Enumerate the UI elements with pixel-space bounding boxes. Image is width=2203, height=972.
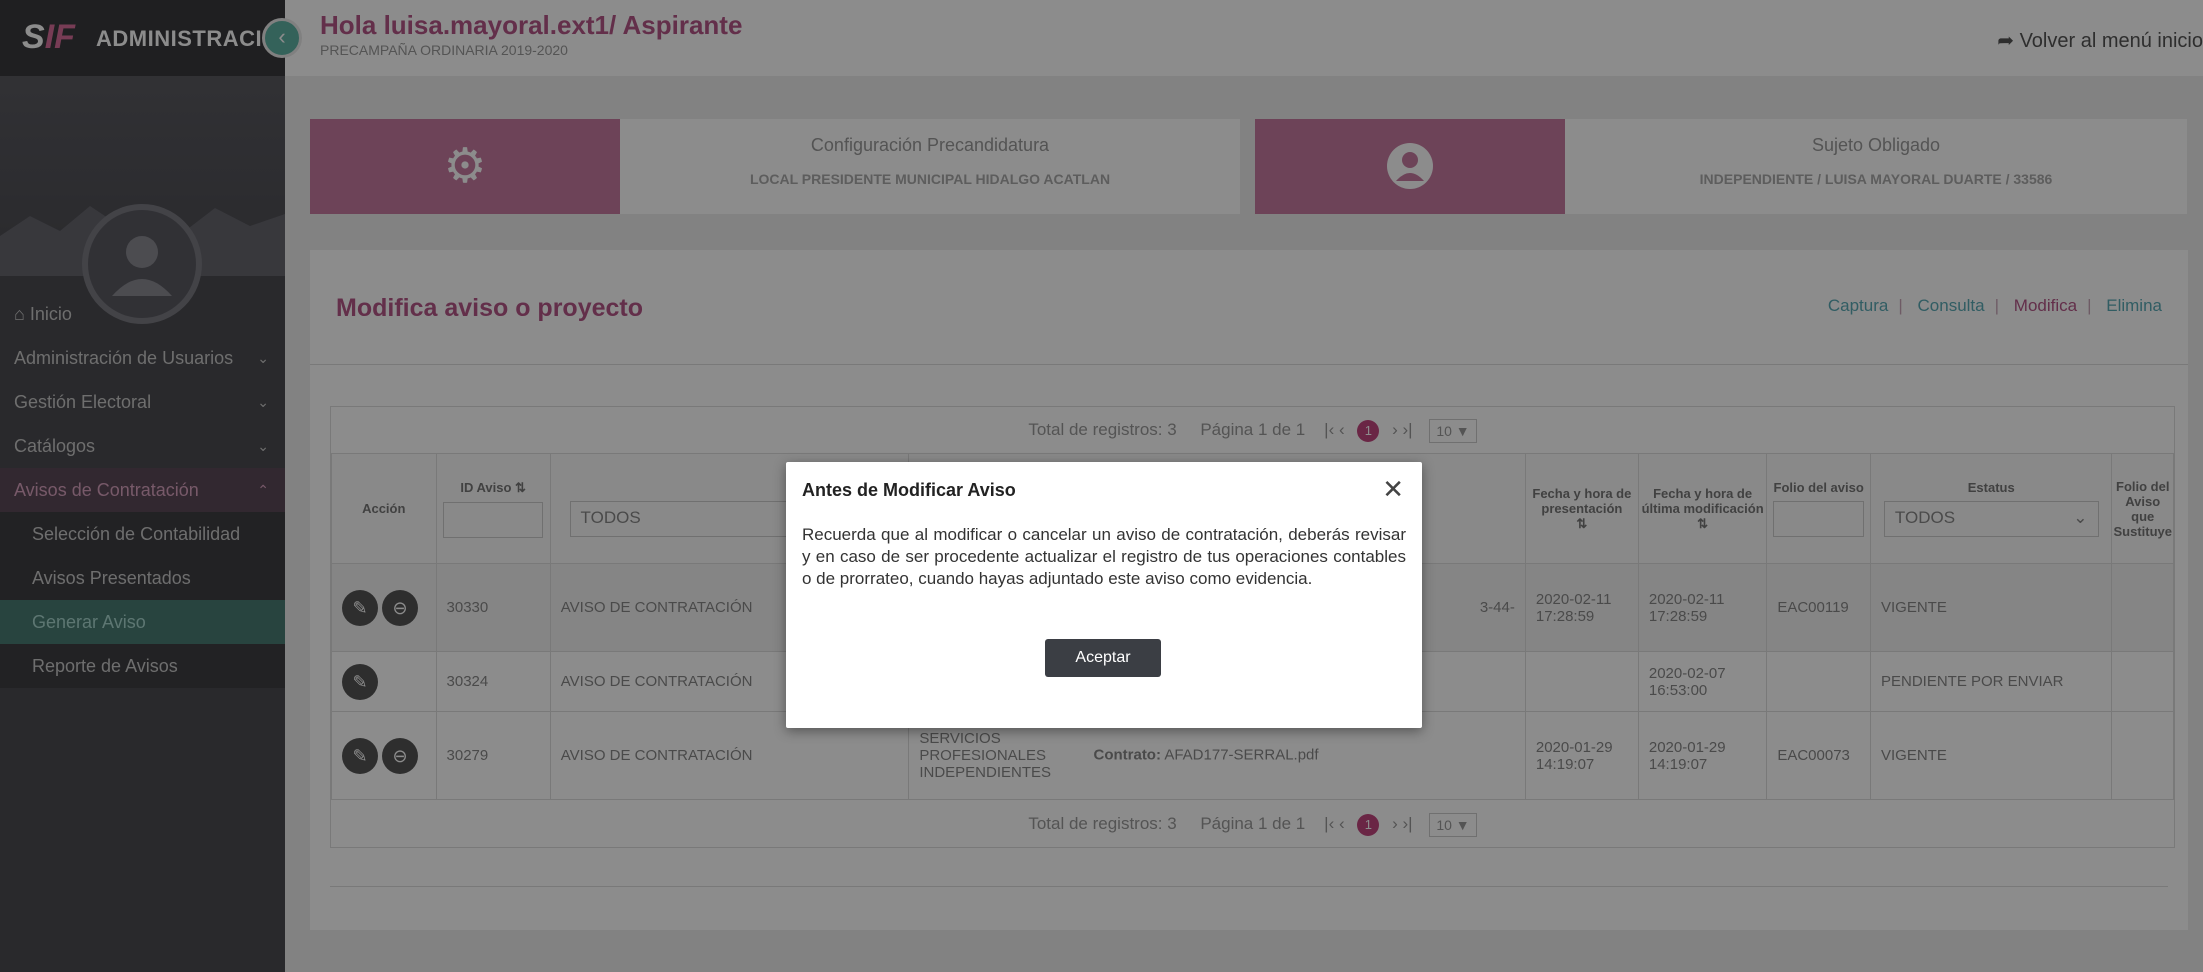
modal-message: Recuerda que al modificar o cancelar un … bbox=[802, 525, 1406, 588]
close-icon[interactable]: ✕ bbox=[1382, 474, 1404, 505]
confirm-modal: Antes de Modificar Aviso ✕ Recuerda que … bbox=[786, 462, 1422, 728]
modal-title: Antes de Modificar Aviso bbox=[802, 480, 1016, 500]
accept-button[interactable]: Aceptar bbox=[1045, 639, 1161, 677]
